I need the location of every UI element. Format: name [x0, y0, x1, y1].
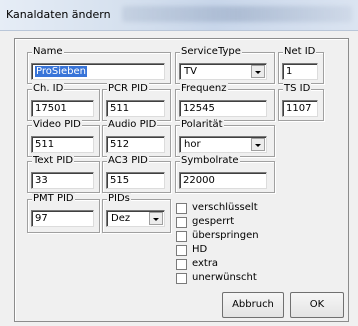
net-id-input[interactable]: 1 — [282, 63, 318, 80]
frequenz-input[interactable]: 12545 — [179, 100, 267, 117]
chevron-down-icon — [255, 71, 261, 74]
window-title: Kanaldaten ändern — [6, 8, 111, 21]
ok-button[interactable]: OK — [290, 292, 344, 318]
frequenz-label: Frequenz — [180, 83, 228, 95]
pcr-pid-input[interactable]: 511 — [106, 100, 165, 117]
name-label: Name — [32, 46, 64, 58]
symbolrate-label: Symbolrate — [180, 155, 240, 167]
servicetype-dropdown-button[interactable] — [251, 65, 265, 78]
pids-label: PIDs — [107, 193, 131, 205]
name-input[interactable]: ProSieben — [31, 63, 165, 80]
checkbox-label: gesperrt — [192, 216, 235, 227]
ts-id-label: TS ID — [283, 83, 312, 95]
checkbox-box[interactable] — [176, 245, 187, 256]
video-pid-label: Video PID — [32, 119, 82, 131]
ac3-pid-input[interactable]: 515 — [106, 172, 165, 189]
pmt-pid-label: PMT PID — [32, 193, 75, 205]
checkbox-box[interactable] — [176, 231, 187, 242]
symbolrate-input[interactable]: 22000 — [179, 172, 267, 189]
pids-select[interactable]: Dez — [106, 210, 165, 227]
polaritaet-select[interactable]: hor — [179, 136, 267, 153]
net-id-label: Net ID — [283, 46, 317, 58]
ch-id-label: Ch. ID — [32, 83, 65, 95]
ch-id-input[interactable]: 17501 — [31, 100, 94, 117]
pids-dropdown-button[interactable] — [149, 212, 163, 225]
checkbox-box[interactable] — [176, 217, 187, 228]
polaritaet-label: Polarität — [180, 119, 224, 131]
checkbox-box[interactable] — [176, 273, 187, 284]
audio-pid-input[interactable]: 512 — [106, 136, 165, 153]
name-value: ProSieben — [35, 66, 87, 77]
pmt-pid-input[interactable]: 97 — [31, 210, 94, 227]
chevron-down-icon — [153, 218, 159, 221]
checkbox-box[interactable] — [176, 259, 187, 270]
checkbox-label: unerwünscht — [192, 272, 257, 283]
pcr-pid-label: PCR PID — [107, 83, 149, 95]
title-bar: Kanaldaten ändern — [0, 0, 358, 31]
servicetype-select[interactable]: TV — [179, 63, 267, 80]
checkbox-label: überspringen — [192, 230, 259, 241]
checkbox-label: HD — [192, 244, 208, 255]
text-pid-input[interactable]: 33 — [31, 172, 94, 189]
servicetype-value: TV — [184, 66, 197, 77]
video-pid-input[interactable]: 511 — [31, 136, 94, 153]
checkbox-box[interactable] — [176, 203, 187, 214]
polaritaet-dropdown-button[interactable] — [251, 138, 265, 151]
blurred-title-background — [122, 6, 352, 22]
ts-id-input[interactable]: 1107 — [282, 100, 318, 117]
cancel-button[interactable]: Abbruch — [222, 292, 284, 318]
chevron-down-icon — [255, 144, 261, 147]
pids-value: Dez — [111, 213, 131, 224]
ac3-pid-label: AC3 PID — [107, 155, 149, 167]
servicetype-label: ServiceType — [180, 46, 242, 58]
checkbox-label: verschlüsselt — [192, 202, 258, 213]
polaritaet-value: hor — [184, 139, 201, 150]
checkbox-label: extra — [192, 258, 219, 269]
audio-pid-label: Audio PID — [107, 119, 158, 131]
text-pid-label: Text PID — [32, 155, 75, 167]
